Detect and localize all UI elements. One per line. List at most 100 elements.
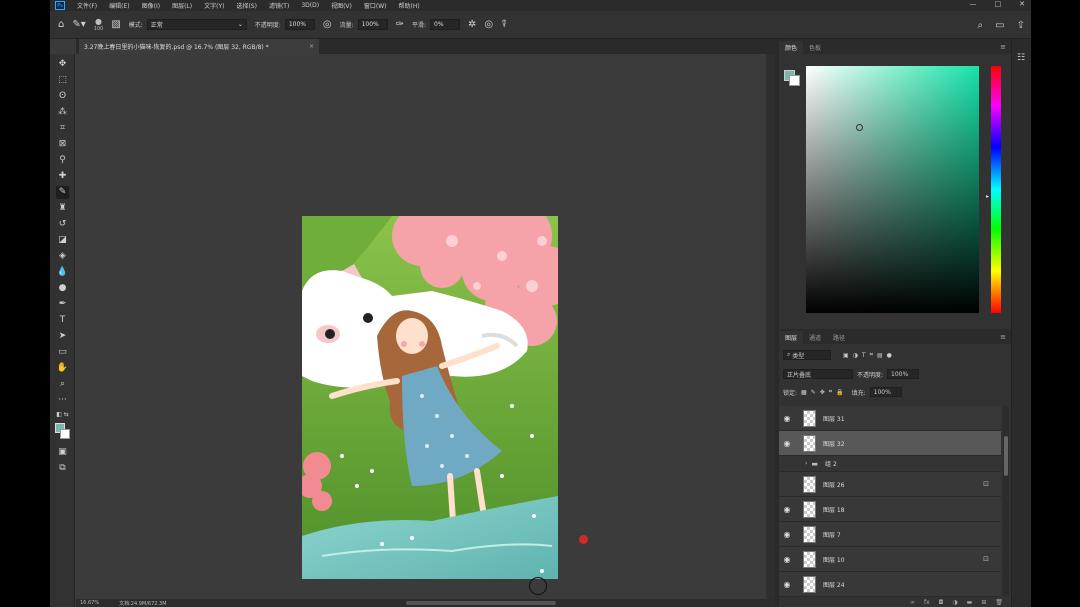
tab-channels[interactable]: 通道 xyxy=(803,331,827,344)
blend-mode-select[interactable]: 正片叠底 xyxy=(783,369,853,379)
frame-tool-icon[interactable]: ⊠ xyxy=(56,138,69,151)
zoom-level[interactable]: 16.67% xyxy=(80,600,99,606)
menu-filter[interactable]: 滤镜(T) xyxy=(269,1,289,10)
brush-tool-icon[interactable]: ✎ xyxy=(56,186,69,199)
layer-row[interactable]: ◉ 图层 18 xyxy=(779,497,1001,522)
properties-panel-icon[interactable]: ☷ xyxy=(1017,53,1025,63)
chevron-right-icon[interactable]: › xyxy=(805,460,807,467)
search-icon[interactable]: ⌕ xyxy=(978,20,984,31)
lock-transparent-icon[interactable]: ▦ xyxy=(801,389,807,396)
filter-shape-icon[interactable]: ⌗ xyxy=(870,351,873,359)
tab-color[interactable]: 颜色 xyxy=(779,41,804,54)
lock-artboard-icon[interactable]: ⌗ xyxy=(829,388,832,396)
zoom-tool-icon[interactable]: ⌕ xyxy=(56,378,69,391)
screen-mode-icon[interactable]: ⧉ xyxy=(56,462,69,475)
lasso-tool-icon[interactable]: ʘ xyxy=(56,90,69,103)
background-color-swatch[interactable] xyxy=(60,429,70,439)
more-tools-icon[interactable]: ··· xyxy=(56,394,69,407)
default-colors-icon[interactable]: ◧ ⇆ xyxy=(56,408,69,421)
color-saturation-field[interactable] xyxy=(806,66,979,313)
minimize-button[interactable]: — xyxy=(970,0,977,8)
tab-layers[interactable]: 图层 xyxy=(779,331,804,344)
brush-settings-icon[interactable]: ▧ xyxy=(111,19,120,30)
link-layers-icon[interactable]: ∞ xyxy=(910,599,915,607)
layer-row[interactable]: ◉ 图层 31 xyxy=(779,406,1001,431)
lock-all-icon[interactable]: 🔒 xyxy=(836,389,843,396)
filter-adjustment-icon[interactable]: ◑ xyxy=(853,352,858,359)
gear-icon[interactable]: ✲ xyxy=(468,19,476,30)
marquee-tool-icon[interactable]: ⬚ xyxy=(56,74,69,87)
eye-icon[interactable]: ◉ xyxy=(779,505,795,514)
close-window-button[interactable]: ✕ xyxy=(1019,0,1025,8)
blur-tool-icon[interactable]: 💧 xyxy=(56,266,69,279)
layer-style-icon[interactable]: fx xyxy=(924,599,930,607)
hand-tool-icon[interactable]: ✋ xyxy=(56,362,69,375)
tab-paths[interactable]: 路径 xyxy=(827,331,851,344)
menu-window[interactable]: 窗口(W) xyxy=(364,1,387,10)
maximize-button[interactable]: □ xyxy=(995,0,1002,8)
menu-edit[interactable]: 编辑(E) xyxy=(109,1,129,10)
type-tool-icon[interactable]: T xyxy=(56,314,69,327)
menu-file[interactable]: 文件(F) xyxy=(77,1,97,10)
color-panel-menu-icon[interactable]: ≡ xyxy=(1000,43,1006,51)
canvas-vertical-scrollbar[interactable] xyxy=(766,54,781,599)
layer-row[interactable]: ◉ 图层 24 xyxy=(779,572,1001,597)
menu-view[interactable]: 视图(V) xyxy=(331,1,352,10)
layers-scrollbar[interactable] xyxy=(1003,406,1009,596)
new-group-icon[interactable]: ▬ xyxy=(967,599,973,607)
filter-pixel-icon[interactable]: ▣ xyxy=(843,352,849,359)
group-row[interactable]: › ▬ 组 2 xyxy=(779,456,1001,472)
layer-row-selected[interactable]: ◉ 图层 32 xyxy=(779,431,1001,456)
share-icon[interactable]: ⇪ xyxy=(1017,20,1025,31)
layers-panel-menu-icon[interactable]: ≡ xyxy=(1000,333,1006,341)
home-icon[interactable]: ⌂ xyxy=(58,19,64,30)
path-selection-tool-icon[interactable]: ➤ xyxy=(56,330,69,343)
document-info[interactable]: 文档:24.9M/672.3M xyxy=(119,600,166,607)
menu-type[interactable]: 文字(Y) xyxy=(204,1,224,10)
pressure-size-icon[interactable]: ◎ xyxy=(484,19,493,30)
eye-icon[interactable]: ◉ xyxy=(779,439,795,448)
pressure-opacity-icon[interactable]: ◎ xyxy=(323,19,332,30)
eye-icon[interactable]: ◉ xyxy=(779,580,795,589)
crop-tool-icon[interactable]: ⌗ xyxy=(56,122,69,135)
delete-layer-icon[interactable]: 🗑 xyxy=(995,599,1003,607)
shape-tool-icon[interactable]: ▭ xyxy=(56,346,69,359)
dodge-tool-icon[interactable]: ● xyxy=(56,282,69,295)
workspace-icon[interactable]: ▭ xyxy=(995,20,1004,31)
color-picker-ring[interactable] xyxy=(856,124,863,131)
eraser-tool-icon[interactable]: ◪ xyxy=(56,234,69,247)
add-mask-icon[interactable]: ◘ xyxy=(939,599,944,607)
eye-icon[interactable]: ◉ xyxy=(779,555,795,564)
layer-filter-select[interactable]: ⌕ 类型 xyxy=(783,350,831,360)
eyedropper-tool-icon[interactable]: ⚲ xyxy=(56,154,69,167)
pen-tool-icon[interactable]: ✒ xyxy=(56,298,69,311)
history-brush-tool-icon[interactable]: ↺ xyxy=(56,218,69,231)
menu-3d[interactable]: 3D(D) xyxy=(301,2,319,9)
close-tab-icon[interactable]: × xyxy=(309,43,314,50)
layer-opacity-input[interactable]: 100% xyxy=(887,369,920,379)
opacity-input[interactable]: 100% xyxy=(284,19,315,30)
eye-icon[interactable]: ◉ xyxy=(779,530,795,539)
layers-scrollbar-thumb[interactable] xyxy=(1004,436,1008,476)
new-layer-icon[interactable]: ⊞ xyxy=(981,599,986,607)
move-tool-icon[interactable]: ✥ xyxy=(56,58,69,71)
layer-row[interactable]: 图层 26 ⊡ xyxy=(779,472,1001,497)
smoothing-input[interactable]: 0% xyxy=(430,19,461,30)
eye-icon[interactable]: ◉ xyxy=(779,414,795,423)
tab-swatches[interactable]: 色板 xyxy=(803,41,827,54)
canvas-horizontal-scrollbar[interactable] xyxy=(406,601,556,605)
symmetry-icon[interactable]: ⍒ xyxy=(501,19,507,30)
layer-row[interactable]: ◉ 图层 7 xyxy=(779,522,1001,547)
lock-pixels-icon[interactable]: ✎ xyxy=(811,389,816,396)
filter-type-icon[interactable]: T xyxy=(862,352,866,359)
brush-size-picker[interactable]: ● 100 xyxy=(94,17,104,32)
layer-row[interactable]: ◉ 图层 10 ⊡ xyxy=(779,547,1001,572)
mode-select[interactable]: 正常 ⌄ xyxy=(146,19,247,30)
menu-select[interactable]: 选择(S) xyxy=(236,1,257,10)
filter-smart-object-icon[interactable]: ▤ xyxy=(877,352,883,359)
adjustment-layer-icon[interactable]: ◑ xyxy=(952,599,957,607)
color-panel-background-swatch[interactable] xyxy=(789,75,800,86)
hue-slider-marker-icon[interactable]: ▸ xyxy=(986,193,989,200)
fill-input[interactable]: 100% xyxy=(869,387,902,397)
filter-toggle-icon[interactable]: ● xyxy=(887,352,892,359)
